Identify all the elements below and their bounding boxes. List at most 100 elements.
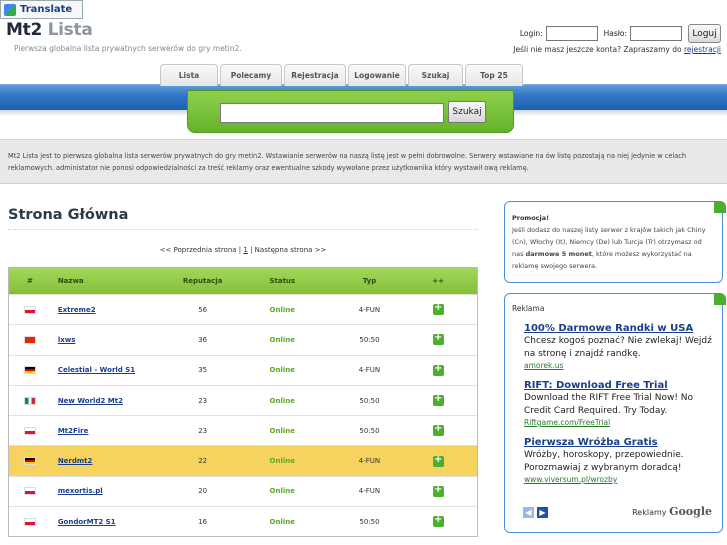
tab-szukaj[interactable]: Szukaj: [408, 64, 463, 86]
server-name-link[interactable]: Celestial - World S1: [58, 366, 135, 374]
tab-lista[interactable]: Lista: [160, 64, 218, 86]
search-button[interactable]: Szukaj: [448, 101, 486, 123]
rep-cell: 56: [198, 305, 208, 314]
rep-cell: 23: [198, 396, 208, 405]
flag-pl-icon: [23, 487, 36, 496]
password-input[interactable]: [630, 26, 682, 41]
type-cell: 4-FUN: [358, 457, 381, 466]
ad-text: Chcesz kogoś poznać? Nie zwlekaj! Wejdź …: [524, 336, 712, 359]
ad-prev-icon[interactable]: ◀: [523, 507, 534, 518]
server-name-link[interactable]: Mt2Fire: [58, 427, 89, 435]
vote-plus-icon[interactable]: [432, 514, 444, 528]
translate-button[interactable]: Translate: [0, 0, 83, 19]
vote-cell: [399, 332, 477, 346]
ad-item[interactable]: RIFT: Download Free Trial Download the R…: [524, 380, 715, 427]
page-title: Strona Główna: [8, 207, 129, 223]
vote-plus-icon[interactable]: [432, 302, 444, 316]
table-row: lxws 36 Online 50:50: [9, 324, 477, 355]
type-cell: 50:50: [359, 335, 380, 344]
header-rep: Reputacja: [182, 277, 223, 285]
flag-pl-icon: [23, 305, 36, 314]
ad-title[interactable]: 100% Darmowe Randki w USA: [524, 323, 715, 334]
ad-title[interactable]: Pierwsza Wróżba Gratis: [524, 437, 715, 448]
search-input[interactable]: [220, 103, 444, 123]
server-name-link[interactable]: New World2 Mt2: [58, 397, 123, 405]
flag-it-icon: [23, 396, 36, 405]
register-text: Jeśli nie masz jeszcze konta? Zapraszamy…: [513, 45, 682, 54]
ads-corner-icon: [714, 293, 726, 305]
google-logo: Google: [669, 505, 712, 518]
vote-plus-icon[interactable]: [432, 393, 444, 407]
ad-item[interactable]: Pierwsza Wróżba Gratis Wróżby, horoskopy…: [524, 437, 715, 484]
login-label: Login:: [519, 29, 543, 38]
promo-box: Promocja! Jeśli dodasz do naszej listy s…: [504, 201, 723, 283]
tab-top25[interactable]: Top 25: [465, 64, 523, 86]
header-vote: ++: [432, 277, 445, 285]
name-cell: New World2 Mt2: [51, 397, 161, 405]
name-cell: GondorMT2 S1: [51, 518, 161, 526]
vote-cell: [399, 423, 477, 437]
vote-cell: [399, 484, 477, 497]
status-cell: Online: [269, 396, 296, 405]
tab-rejestracja[interactable]: Rejestracja: [284, 64, 346, 86]
rep-cell: 35: [198, 366, 208, 375]
ads-title: Reklama: [512, 304, 545, 313]
server-name-link[interactable]: Extreme2: [58, 306, 96, 314]
type-cell: 50:50: [359, 396, 380, 405]
status-cell: Online: [269, 457, 296, 466]
next-page-link[interactable]: | Następna strona >>: [250, 246, 326, 254]
logo-mt2: Mt2: [6, 20, 42, 40]
prev-page-link[interactable]: << Poprzednia strona |: [160, 246, 242, 254]
rep-cell: 20: [198, 487, 208, 496]
table-row: GondorMT2 S1 16 Online 50:50: [9, 506, 477, 537]
server-table: # Nazwa Reputacja Status Typ ++ Extreme2…: [8, 267, 478, 538]
login-input[interactable]: [545, 26, 598, 41]
ads-box: Reklama 100% Darmowe Randki w USA Chcesz…: [504, 293, 723, 533]
register-link[interactable]: rejestracji: [684, 45, 721, 54]
status-cell: Online: [269, 305, 296, 314]
ad-url[interactable]: Riftgame.com/FreeTrial: [524, 418, 715, 427]
vote-plus-icon[interactable]: [432, 332, 444, 346]
ad-item[interactable]: 100% Darmowe Randki w USA Chcesz kogoś p…: [524, 323, 715, 370]
server-name-link[interactable]: lxws: [58, 336, 76, 344]
vote-plus-icon[interactable]: [432, 363, 444, 376]
current-page-link[interactable]: 1: [243, 246, 247, 254]
page: Translate Mt2 Lista Pierwsza globalna li…: [0, 0, 727, 545]
status-cell: Online: [269, 366, 296, 375]
table-row: Extreme2 56 Online 4-FUN: [9, 294, 477, 325]
tab-logowanie[interactable]: Logowanie: [348, 64, 406, 86]
ads-footer[interactable]: Reklamy Google: [632, 505, 712, 518]
server-name-link[interactable]: mexortis.pl: [58, 487, 103, 495]
password-label: Hasło:: [603, 29, 627, 38]
tab-polecamy[interactable]: Polecamy: [220, 64, 282, 86]
vote-cell: [399, 454, 477, 467]
ad-text: Download the RIFT Free Trial Now! No Cre…: [524, 393, 694, 416]
type-cell: 4-FUN: [358, 487, 381, 496]
login-button[interactable]: Loguj: [688, 24, 721, 43]
vote-cell: [399, 514, 477, 528]
table-row: Nerdmt2 22 Online 4-FUN: [9, 445, 477, 476]
name-cell: Nerdmt2: [51, 457, 161, 465]
header-name: Nazwa: [57, 277, 84, 285]
name-cell: lxws: [51, 336, 161, 344]
type-cell: 4-FUN: [358, 366, 381, 375]
status-cell: Online: [269, 517, 296, 526]
site-tagline: Pierwsza globalna lista prywatnych serwe…: [14, 44, 242, 53]
server-name-link[interactable]: Nerdmt2: [58, 457, 93, 465]
vote-plus-icon[interactable]: [432, 484, 444, 497]
site-logo[interactable]: Mt2 Lista: [6, 20, 93, 40]
vote-plus-icon[interactable]: [432, 454, 444, 467]
header-type: Typ: [362, 277, 377, 285]
status-cell: Online: [269, 426, 296, 435]
ad-url[interactable]: www.viversum.pl/wrozby: [524, 475, 715, 484]
table-row: Mt2Fire 23 Online 50:50: [9, 415, 477, 446]
vote-plus-icon[interactable]: [432, 423, 444, 437]
ad-title[interactable]: RIFT: Download Free Trial: [524, 380, 715, 391]
register-prompt: Jeśli nie masz jeszcze konta? Zapraszamy…: [513, 45, 721, 54]
ad-url[interactable]: amorek.us: [524, 361, 715, 370]
ad-next-icon[interactable]: ▶: [537, 507, 548, 518]
type-cell: 50:50: [359, 426, 380, 435]
name-cell: Mt2Fire: [51, 427, 161, 435]
google-translate-icon: [4, 4, 16, 16]
server-name-link[interactable]: GondorMT2 S1: [58, 518, 116, 526]
